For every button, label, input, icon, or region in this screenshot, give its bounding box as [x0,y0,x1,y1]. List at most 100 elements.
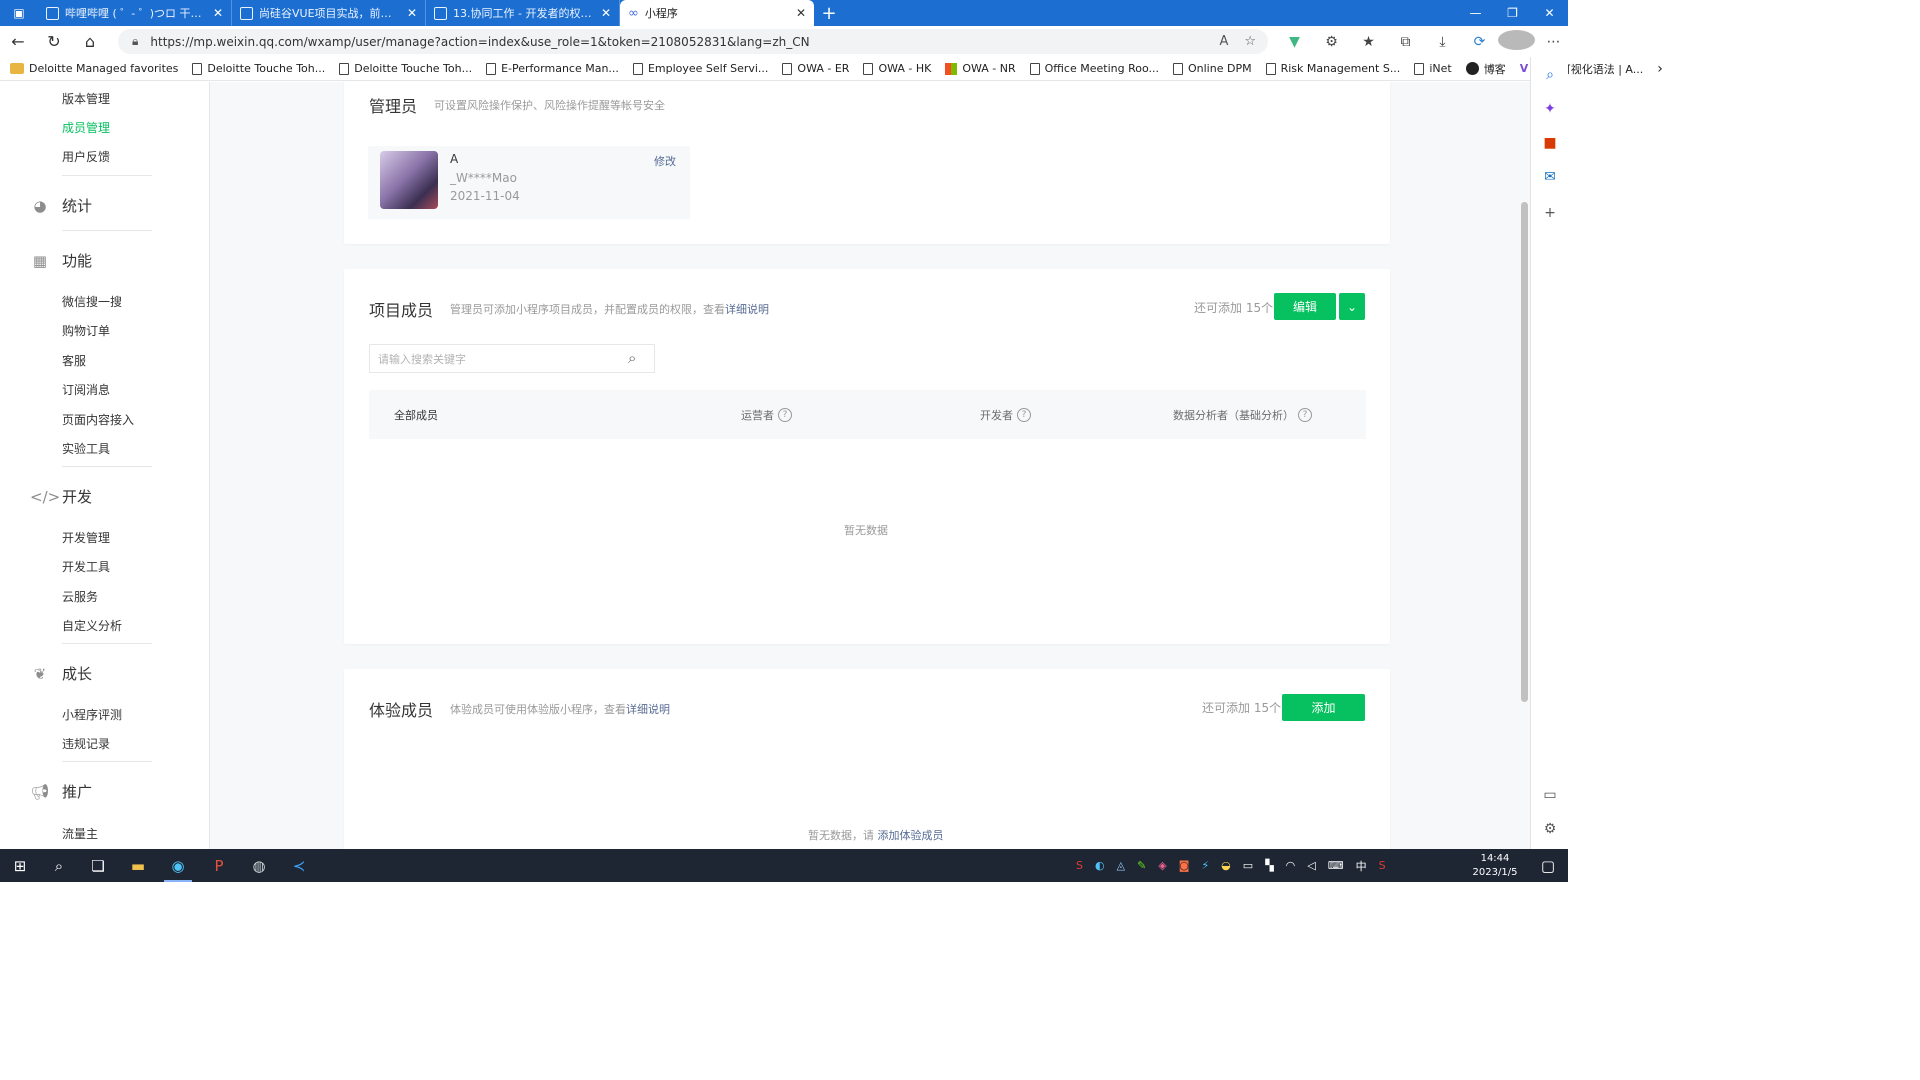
search-input[interactable] [378,350,618,368]
cloud-sync-icon[interactable]: ◬ [1117,859,1125,872]
refresh-button[interactable]: ↻ [36,32,72,51]
nav-item-page-content[interactable]: 页面内容接入 [62,411,134,428]
bookmark-owa-er[interactable]: OWA - ER [782,62,849,75]
nav-item-subscribe-message[interactable]: 订阅消息 [62,381,110,398]
add-trial-member-link[interactable]: 添加体验成员 [878,829,944,842]
vscode-icon[interactable]: ≺ [279,849,319,882]
back-button[interactable]: ← [0,32,36,51]
app-icon[interactable]: ◈ [1158,859,1166,872]
sogou-icon[interactable]: S [1076,859,1083,872]
volume-icon[interactable]: ◁ [1307,859,1315,872]
profile-avatar[interactable] [1498,29,1535,54]
nav-item-version[interactable]: 版本管理 [62,90,110,107]
edge-browser-icon[interactable]: ◉ [158,849,198,882]
nav-item-wechat-search[interactable]: 微信搜一搜 [62,293,122,310]
close-window-icon[interactable]: ✕ [1531,0,1568,26]
bookmark-owa-nr[interactable]: OWA - NR [945,62,1016,75]
collections-icon[interactable]: ⧉ [1387,34,1424,50]
add-favorite-icon[interactable]: ☆ [1244,34,1256,49]
app-icon[interactable]: ⚡ [1201,859,1209,872]
restore-icon[interactable]: ❐ [1494,0,1531,26]
help-icon[interactable]: ? [778,408,792,422]
tab-actions-icon[interactable]: ▣ [0,0,38,26]
nav-section-functions[interactable]: ▦ 功能 [30,250,92,271]
nav-item-evaluation[interactable]: 小程序评测 [62,706,122,723]
bookmark-deloitte-managed[interactable]: Deloitte Managed favorites [10,62,178,75]
skype-icon[interactable]: ◐ [1095,859,1105,872]
notification-icon[interactable]: ▢ [1528,849,1568,882]
lock-icon[interactable]: 🔒︎ [132,34,138,49]
bookmark-online-dpm[interactable]: Online DPM [1173,62,1252,75]
bookmark-blog[interactable]: 博客 [1465,61,1506,77]
admin-edit-link[interactable]: 修改 [654,153,676,169]
battery-icon[interactable]: ▭ [1243,859,1253,872]
tab-vue-course[interactable]: 尚硅谷VUE项目实战，前端项目 - 尚品汇 ✕ [232,0,426,26]
chevron-right-icon[interactable]: › [1657,61,1663,77]
keyboard-icon[interactable]: ⌨ [1328,859,1344,872]
address-field[interactable]: 🔒︎ https://mp.weixin.qq.com/wxamp/user/m… [118,29,1268,54]
wifi-icon[interactable]: ◠ [1286,859,1296,872]
downloads-icon[interactable]: ⤓ [1424,34,1461,50]
tab-permissions-doc[interactable]: 13.协同工作 - 开发者的权限说明 ✕ [426,0,620,26]
outlook-icon[interactable]: ✉ [1531,169,1569,185]
nav-section-growth[interactable]: ❦ 成长 [30,663,92,684]
column-all-members[interactable]: 全部成员 [394,407,438,423]
bookmark-employee-self-service[interactable]: Employee Self Servi... [632,62,768,75]
nav-item-violations[interactable]: 违规记录 [62,735,110,752]
nav-section-promotion[interactable]: 📢︎ 推广 [30,781,92,802]
bookmark-risk-management[interactable]: Risk Management S... [1265,62,1400,75]
bookmark-deloitte-2[interactable]: Deloitte Touche Toh... [339,62,472,75]
nav-item-dev-management[interactable]: 开发管理 [62,529,110,546]
bookmark-office-meeting[interactable]: Office Meeting Roo... [1029,62,1159,75]
sidebar-layout-icon[interactable]: ▭ [1531,787,1569,803]
bookmark-inet[interactable]: iNet [1414,62,1452,75]
file-explorer-icon[interactable]: ▬ [118,849,158,882]
url-text[interactable]: https://mp.weixin.qq.com/wxamp/user/mana… [150,35,809,49]
copilot-icon[interactable]: ✦ [1531,101,1569,117]
nav-section-develop[interactable]: </> 开发 [30,486,92,507]
edge-share-icon[interactable]: ⟳ [1461,34,1498,50]
nav-item-cloud-service[interactable]: 云服务 [62,588,98,605]
help-icon[interactable]: ? [1017,408,1031,422]
favorites-icon[interactable]: ★ [1350,34,1387,50]
minimize-icon[interactable]: — [1457,0,1494,26]
app-icon[interactable]: ◒ [1221,859,1231,872]
tab-bilibili[interactable]: 哔哩哔哩 ( ゜- ゜)つロ 干杯~-bilibili ✕ [38,0,232,26]
office-icon[interactable]: ■ [1531,135,1569,151]
new-tab-button[interactable]: + [814,0,844,26]
search-icon[interactable]: ⌕ [1531,67,1569,83]
search-icon[interactable]: ⌕ [39,849,79,882]
bookmark-deloitte-1[interactable]: Deloitte Touche Toh... [192,62,325,75]
app-icon[interactable]: ▚ [1265,859,1273,872]
more-menu-icon[interactable]: ⋯ [1535,34,1572,50]
settings-gear-icon[interactable]: ⚙ [1531,821,1569,837]
close-icon[interactable]: ✕ [601,6,611,20]
windows-start-icon[interactable]: ⊞ [0,849,40,882]
task-view-icon[interactable]: ❏ [78,849,118,882]
system-clock[interactable]: 14:44 2023/1/5 [1465,852,1525,880]
bookmark-eperformance[interactable]: E-Performance Man... [486,62,619,75]
edit-members-button[interactable]: 编辑 [1274,293,1336,320]
vue-devtools-icon[interactable]: ▼ [1276,34,1313,50]
nav-item-dev-tools[interactable]: 开发工具 [62,558,110,575]
search-icon[interactable]: ⌕ [628,349,636,367]
pen-icon[interactable]: ✎ [1137,859,1146,872]
powerpoint-icon[interactable]: P [199,849,239,882]
nav-item-experiment-tools[interactable]: 实验工具 [62,440,110,457]
wechat-icon[interactable]: ◍ [239,849,279,882]
nav-item-custom-analysis[interactable]: 自定义分析 [62,617,122,634]
close-icon[interactable]: ✕ [213,6,223,20]
nav-item-traffic-owner[interactable]: 流量主 [62,825,98,842]
nav-item-feedback[interactable]: 用户反馈 [62,148,110,165]
add-icon[interactable]: + [1531,205,1569,221]
sogou-input-icon[interactable]: S [1379,859,1386,872]
app-icon[interactable]: ◙ [1179,859,1190,872]
help-icon[interactable]: ? [1298,408,1312,422]
home-button[interactable]: ⌂ [72,32,108,51]
nav-item-orders[interactable]: 购物订单 [62,322,110,339]
details-link[interactable]: 详细说明 [626,703,670,716]
page-scrollbar[interactable] [1521,202,1528,702]
nav-item-members[interactable]: 成员管理 [62,119,110,136]
details-link[interactable]: 详细说明 [725,303,769,316]
bookmark-owa-hk[interactable]: OWA - HK [863,62,931,75]
